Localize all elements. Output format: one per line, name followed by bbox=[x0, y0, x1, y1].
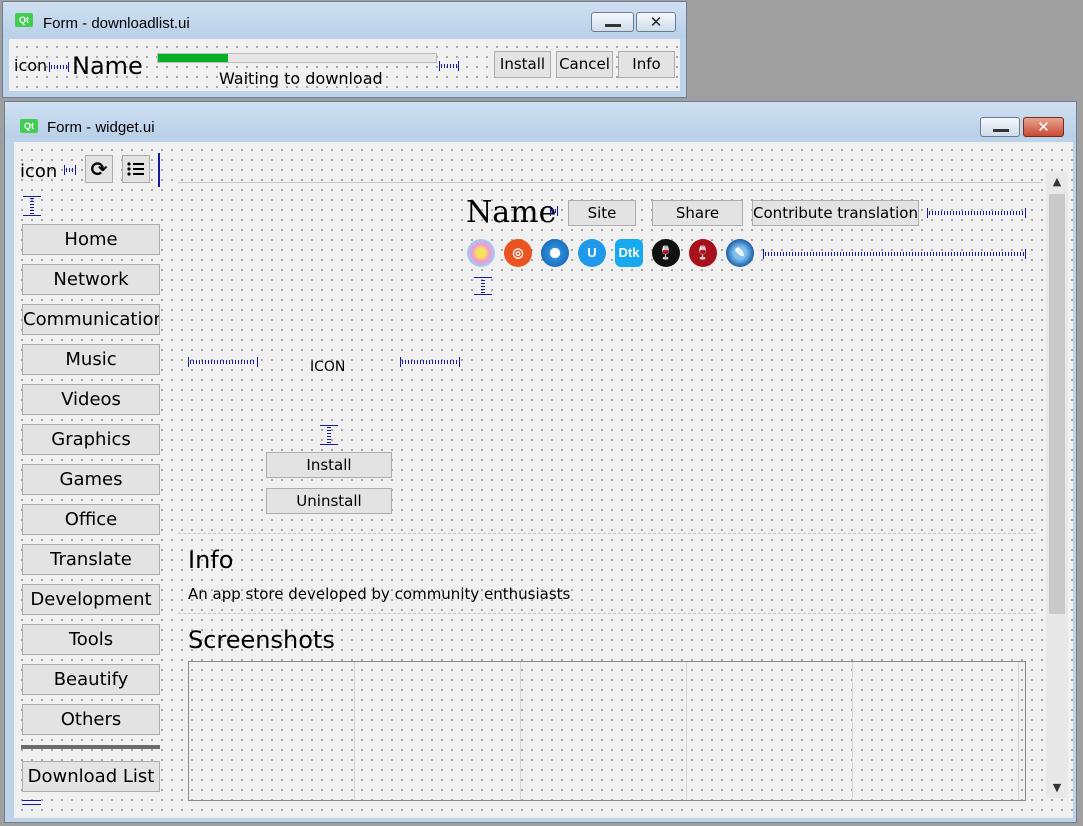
sidebar-item-communication[interactable]: Communication bbox=[22, 304, 160, 335]
site-button[interactable]: Site bbox=[568, 200, 636, 226]
app-name-label: Name bbox=[466, 195, 557, 230]
app-icon-placeholder: ICON bbox=[310, 359, 346, 375]
menu-list-button[interactable] bbox=[122, 155, 150, 183]
downloadlist-title: Form - downloadlist.ui bbox=[43, 15, 190, 32]
scroll-thumb[interactable] bbox=[1049, 194, 1065, 614]
close-icon: ✕ bbox=[649, 13, 663, 31]
widget-client: icon ⟳ Home Network Communication Music Vide… bbox=[14, 142, 1073, 818]
download-icon-label: icon bbox=[14, 56, 48, 75]
minimize-button[interactable] bbox=[591, 12, 634, 32]
sidebar-item-others[interactable]: Others bbox=[22, 704, 160, 735]
downloadlist-titlebar[interactable]: Qt Form - downloadlist.ui ✕ bbox=[3, 2, 686, 38]
download-list-button[interactable]: Download List bbox=[22, 761, 160, 792]
widget-window: Qt Form - widget.ui ✕ icon ⟳ Home Network… bbox=[4, 101, 1077, 823]
qt-logo-icon: Qt bbox=[15, 13, 33, 27]
vertical-scrollbar[interactable]: ▲ ▼ bbox=[1046, 172, 1068, 798]
minimize-icon bbox=[605, 24, 621, 27]
sidebar-item-translate[interactable]: Translate bbox=[22, 544, 160, 575]
download-progress-fill bbox=[158, 54, 228, 62]
contribute-translation-button[interactable]: Contribute translation bbox=[752, 200, 919, 226]
horizontal-spacer bbox=[439, 61, 459, 71]
download-name-label: Name bbox=[72, 52, 143, 80]
screenshots-heading: Screenshots bbox=[188, 626, 335, 654]
dtk-icon: Dtk bbox=[615, 239, 643, 267]
sidebar-item-videos[interactable]: Videos bbox=[22, 384, 160, 415]
uos-icon: U bbox=[578, 239, 606, 267]
ubuntu-icon: ◎ bbox=[504, 239, 532, 267]
horizontal-spacer bbox=[188, 357, 258, 367]
sidebar-item-tools[interactable]: Tools bbox=[22, 624, 160, 655]
close-icon: ✕ bbox=[1037, 118, 1050, 136]
vertical-spacer bbox=[320, 425, 338, 445]
minimize-button[interactable] bbox=[980, 117, 1020, 137]
sidebar-item-music[interactable]: Music bbox=[22, 344, 160, 375]
vertical-spacer bbox=[23, 196, 41, 216]
sidebar-separator bbox=[21, 745, 160, 749]
refresh-button[interactable]: ⟳ bbox=[85, 155, 113, 183]
app-uninstall-button[interactable]: Uninstall bbox=[266, 488, 392, 514]
scroll-down-arrow[interactable]: ▼ bbox=[1046, 778, 1068, 798]
bottom-spacer bbox=[22, 800, 41, 805]
downloadlist-client: icon Name Waiting to download Install Ca… bbox=[9, 39, 680, 91]
sidebar-item-network[interactable]: Network bbox=[22, 264, 160, 295]
horizontal-spacer bbox=[49, 62, 69, 72]
download-cancel-button[interactable]: Cancel bbox=[556, 51, 613, 78]
debug-tool-icon: ✎ bbox=[726, 239, 754, 267]
download-progress-bar bbox=[157, 53, 437, 63]
rainbow-swirl-icon bbox=[467, 239, 495, 267]
close-button[interactable]: ✕ bbox=[636, 12, 676, 32]
download-status: Waiting to download bbox=[219, 69, 383, 88]
vertical-line bbox=[158, 153, 160, 187]
main-scroll-area: Name Site Share Contribute translation ◎… bbox=[178, 182, 1041, 801]
list-icon bbox=[127, 162, 144, 176]
wine-icon: 🍷 bbox=[652, 239, 680, 267]
sidebar-item-office[interactable]: Office bbox=[22, 504, 160, 535]
sidebar-icon-label: icon bbox=[20, 161, 58, 182]
horizontal-spacer bbox=[550, 206, 558, 216]
wine-red-icon: 🍷 bbox=[689, 239, 717, 267]
info-heading: Info bbox=[188, 546, 234, 574]
sidebar-item-home[interactable]: Home bbox=[22, 224, 160, 255]
sidebar-item-beautify[interactable]: Beautify bbox=[22, 664, 160, 695]
horizontal-spacer bbox=[64, 165, 76, 175]
app-install-button[interactable]: Install bbox=[266, 452, 392, 478]
widget-titlebar[interactable]: Qt Form - widget.ui ✕ bbox=[5, 102, 1076, 138]
horizontal-spacer bbox=[400, 357, 460, 367]
download-install-button[interactable]: Install bbox=[494, 51, 551, 78]
close-button[interactable]: ✕ bbox=[1023, 117, 1064, 137]
qt-logo-icon: Qt bbox=[20, 119, 38, 133]
sidebar-item-graphics[interactable]: Graphics bbox=[22, 424, 160, 455]
share-button[interactable]: Share bbox=[652, 200, 743, 226]
info-description: An app store developed by community enth… bbox=[188, 585, 571, 603]
download-info-button[interactable]: Info bbox=[618, 51, 675, 78]
sidebar-item-games[interactable]: Games bbox=[22, 464, 160, 495]
deepin-icon bbox=[541, 239, 569, 267]
refresh-icon: ⟳ bbox=[90, 157, 108, 181]
vertical-spacer bbox=[474, 277, 492, 295]
horizontal-spacer bbox=[927, 208, 1026, 218]
sidebar-item-development[interactable]: Development bbox=[22, 584, 160, 615]
horizontal-spacer bbox=[763, 249, 1026, 259]
widget-title: Form - widget.ui bbox=[47, 119, 155, 136]
downloadlist-window: Qt Form - downloadlist.ui ✕ icon Name Wa… bbox=[2, 1, 687, 98]
screenshots-list[interactable] bbox=[188, 661, 1026, 801]
screenshots-divider bbox=[178, 613, 1036, 615]
minimize-icon bbox=[993, 129, 1009, 132]
scroll-up-arrow[interactable]: ▲ bbox=[1046, 172, 1068, 192]
info-divider bbox=[178, 533, 1036, 535]
